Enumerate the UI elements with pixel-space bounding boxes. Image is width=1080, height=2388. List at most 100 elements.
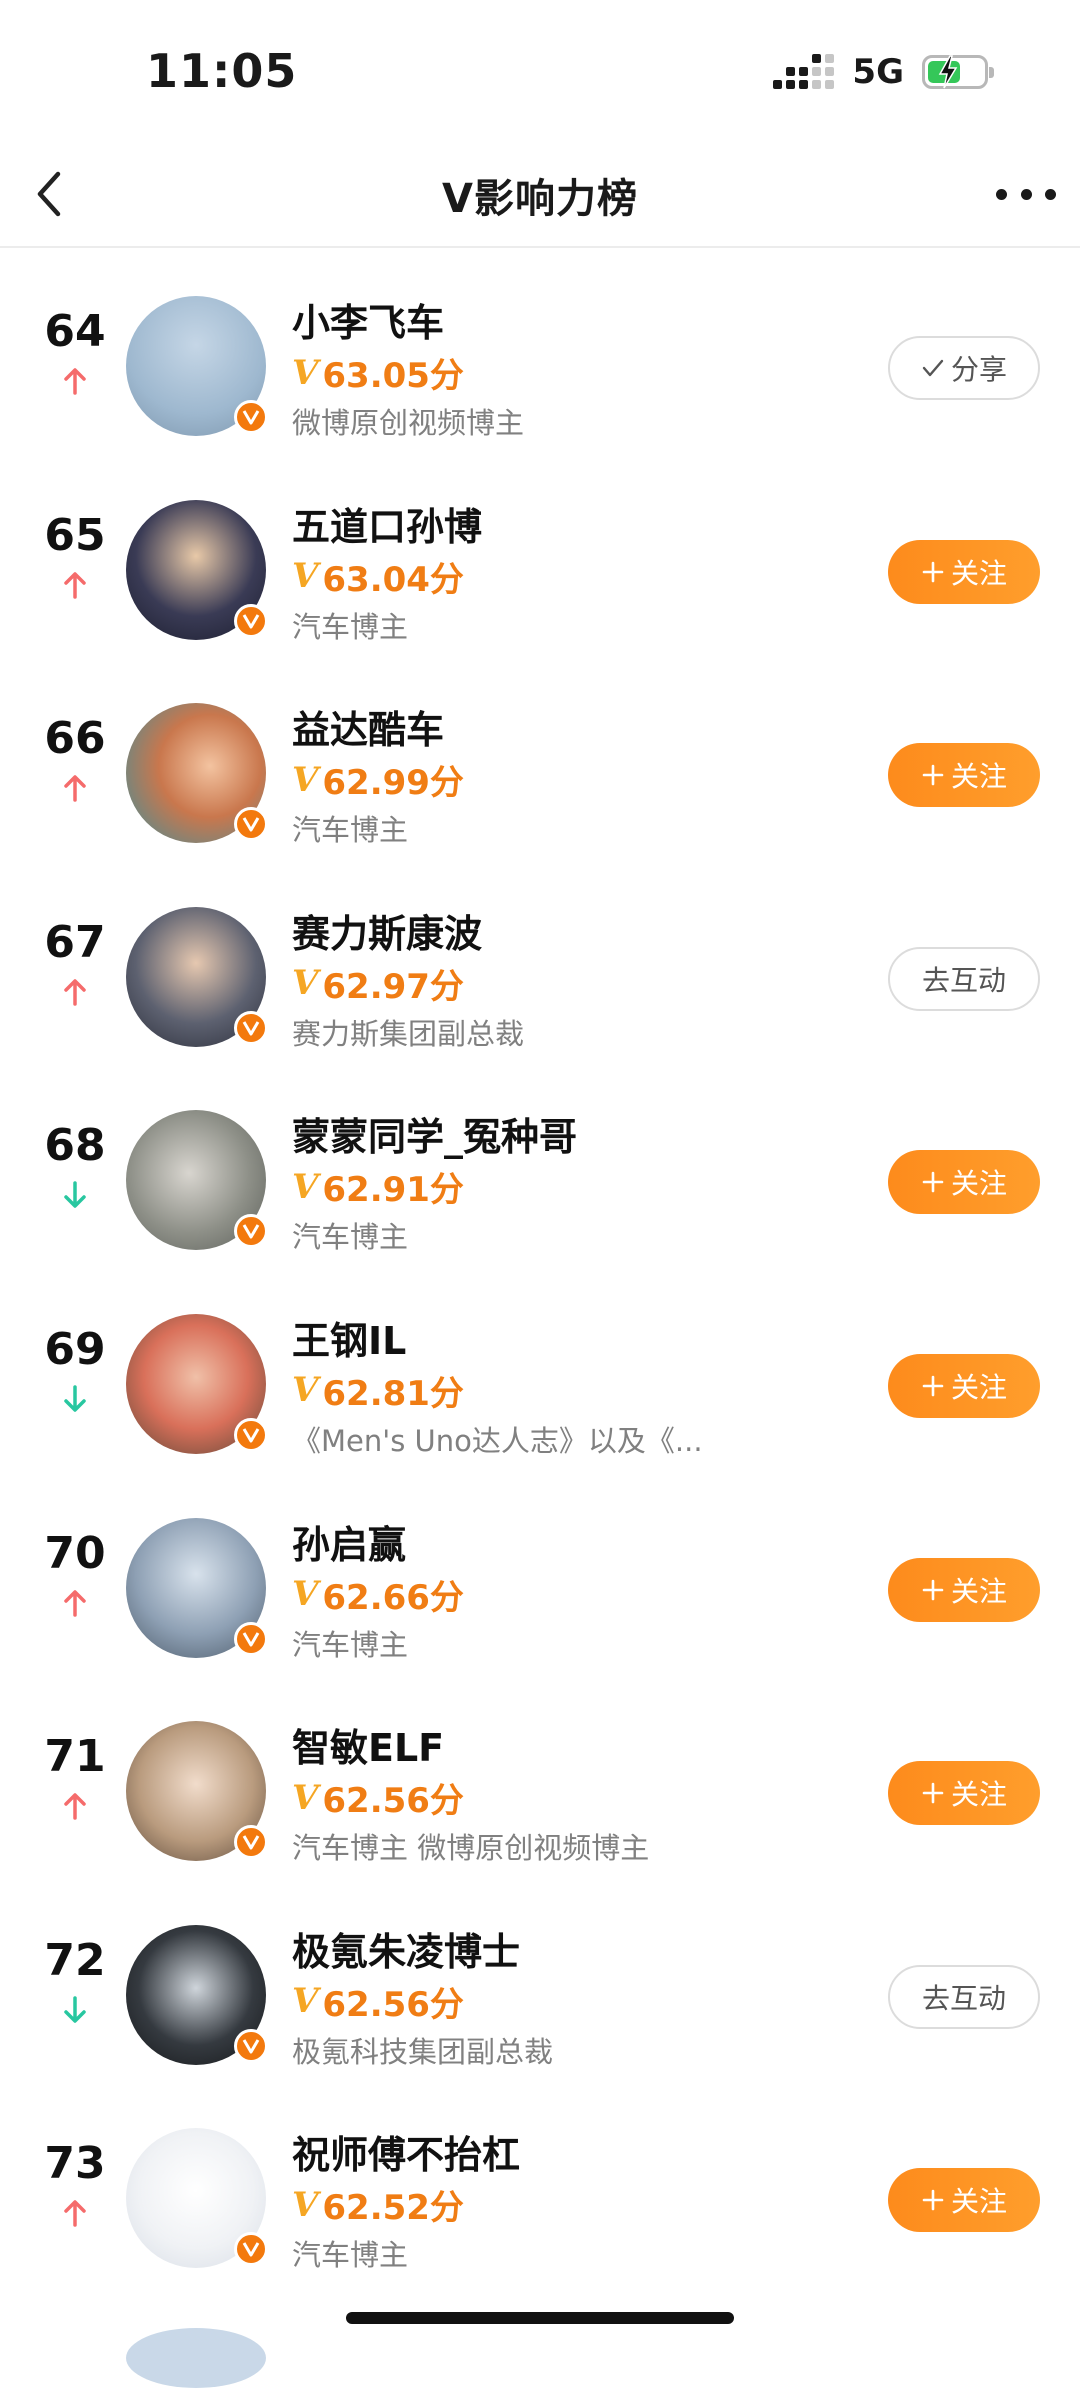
v-score-icon: V: [292, 759, 319, 800]
influence-score: V 63.05分: [292, 348, 464, 397]
interact-button[interactable]: 去互动: [888, 1964, 1040, 2029]
v-score-icon: V: [292, 1370, 319, 1411]
status-bar: 11:05 5G: [0, 0, 1080, 140]
influence-score: V 62.52分: [292, 2180, 464, 2229]
follow-button[interactable]: 关注: [888, 2168, 1040, 2233]
avatar[interactable]: [126, 1313, 268, 1454]
score-value: 62.91分: [322, 1170, 464, 1211]
avatar[interactable]: [126, 703, 268, 844]
user-name[interactable]: 智敏ELF: [292, 1717, 444, 1772]
arrow-up-icon: [60, 570, 90, 600]
user-description: 汽车博主: [292, 813, 409, 848]
list-item-rank-71[interactable]: 71 智敏ELF V 62.56分 汽车博主 微博原创视频博主 关注: [0, 1673, 1080, 1877]
influence-score: V 62.56分: [292, 1977, 464, 2026]
page-title: V影响力榜: [442, 176, 638, 222]
follow-button[interactable]: 关注: [888, 1557, 1040, 1622]
ranking-list: 64 小李飞车 V 63.05分 微博原创视频博主 分享 65 五道口孙博 V …: [0, 248, 1080, 2284]
user-name[interactable]: 极氪朱凌博士: [292, 1921, 520, 1976]
avatar[interactable]: [126, 1110, 268, 1251]
score-value: 63.05分: [322, 356, 464, 396]
arrow-down-icon: [60, 1180, 90, 1210]
list-item-rank-65[interactable]: 65 五道口孙博 V 63.04分 汽车博主 关注: [0, 452, 1080, 656]
score-value: 62.56分: [322, 1984, 464, 2025]
verified-badge-icon: [234, 1621, 268, 1656]
v-score-icon: V: [292, 352, 319, 393]
plus-icon: [921, 560, 945, 584]
arrow-down-icon: [60, 1384, 90, 1414]
share-button[interactable]: 分享: [888, 336, 1040, 400]
avatar[interactable]: [126, 1924, 268, 2065]
rank-number: 68: [44, 1120, 106, 1172]
list-item-rank-73[interactable]: 73 祝师傅不抬杠 V 62.52分 汽车博主 关注: [0, 2080, 1080, 2284]
user-name[interactable]: 赛力斯康波: [292, 903, 482, 958]
v-score-icon: V: [292, 1166, 319, 1207]
follow-button[interactable]: 关注: [888, 539, 1040, 604]
user-description: 汽车博主: [292, 2238, 409, 2273]
user-description: 极氪科技集团副总裁: [292, 2034, 554, 2069]
home-indicator: [346, 2312, 734, 2324]
verified-badge-icon: [234, 1214, 268, 1249]
status-time: 11:05: [146, 44, 298, 98]
avatar[interactable]: [126, 906, 268, 1047]
list-item-rank-70[interactable]: 70 孙启赢 V 62.66分 汽车博主 关注: [0, 1470, 1080, 1674]
avatar[interactable]: [126, 1517, 268, 1658]
button-label: 分享: [950, 353, 1007, 386]
user-description: 汽车博主 微博原创视频博主: [292, 1831, 650, 1866]
list-item-rank-69[interactable]: 69 王钢IL V 62.81分 《Men's Uno达人志》以及《... 关注: [0, 1266, 1080, 1470]
avatar[interactable]: [126, 296, 268, 436]
user-description: 《Men's Uno达人志》以及《...: [292, 1423, 703, 1458]
arrow-down-icon: [60, 1995, 90, 2025]
follow-button[interactable]: 关注: [888, 743, 1040, 808]
user-name[interactable]: 五道口孙博: [292, 496, 482, 551]
verified-badge-icon: [234, 2028, 268, 2063]
arrow-up-icon: [60, 773, 90, 803]
interact-button[interactable]: 去互动: [888, 946, 1040, 1011]
score-value: 62.66分: [322, 1577, 464, 1618]
user-name[interactable]: 祝师傅不抬杠: [292, 2124, 520, 2179]
follow-button[interactable]: 关注: [888, 1150, 1040, 1215]
rank-number: 73: [44, 2138, 106, 2190]
rank-number: 64: [44, 306, 106, 357]
button-label: 关注: [950, 760, 1007, 794]
more-button[interactable]: [996, 174, 1056, 214]
list-item-rank-68[interactable]: 68 蒙蒙同学_冤种哥 V 62.91分 汽车博主 关注: [0, 1062, 1080, 1266]
v-score-icon: V: [292, 963, 319, 1004]
influence-score: V 62.81分: [292, 1366, 464, 1415]
button-label: 关注: [950, 1370, 1007, 1404]
follow-button[interactable]: 关注: [888, 1761, 1040, 1826]
list-item-rank-67[interactable]: 67 赛力斯康波 V 62.97分 赛力斯集团副总裁 去互动: [0, 859, 1080, 1063]
rank-number: 67: [44, 916, 106, 968]
score-value: 62.52分: [322, 2188, 464, 2229]
nav-bar: V影响力榜: [0, 140, 1080, 248]
list-item-rank-66[interactable]: 66 益达酷车 V 62.99分 汽车博主 关注: [0, 655, 1080, 859]
verified-badge-icon: [234, 400, 268, 434]
network-label: 5G: [852, 52, 904, 92]
score-value: 62.81分: [322, 1373, 464, 1414]
avatar[interactable]: [126, 1721, 268, 1862]
avatar[interactable]: [126, 499, 268, 640]
user-name[interactable]: 蒙蒙同学_冤种哥: [292, 1106, 577, 1161]
list-item-rank-64[interactable]: 64 小李飞车 V 63.05分 微博原创视频博主 分享: [0, 248, 1080, 452]
user-name[interactable]: 小李飞车: [292, 292, 444, 347]
avatar: [126, 2328, 266, 2388]
rank-number: 71: [44, 1731, 106, 1783]
score-value: 62.56分: [322, 1781, 464, 1822]
follow-button[interactable]: 关注: [888, 1353, 1040, 1418]
check-icon: [921, 356, 945, 380]
rank-number: 70: [44, 1527, 106, 1579]
arrow-up-icon: [60, 977, 90, 1007]
rank-number: 69: [44, 1323, 106, 1375]
user-name[interactable]: 王钢IL: [292, 1310, 406, 1365]
user-name[interactable]: 益达酷车: [292, 699, 444, 754]
list-item-rank-72[interactable]: 72 极氪朱凌博士 V 62.56分 极氪科技集团副总裁 去互动: [0, 1877, 1080, 2081]
user-name[interactable]: 孙启赢: [292, 1514, 406, 1569]
rank-number: 72: [44, 1934, 106, 1986]
v-score-icon: V: [292, 1574, 319, 1615]
button-label: 关注: [950, 1778, 1007, 1812]
verified-badge-icon: [234, 1010, 268, 1045]
user-description: 汽车博主: [292, 1220, 409, 1255]
signal-icon: [773, 54, 835, 89]
influence-score: V 62.91分: [292, 1162, 464, 1211]
user-description: 赛力斯集团副总裁: [292, 1016, 525, 1051]
avatar[interactable]: [126, 2128, 268, 2269]
